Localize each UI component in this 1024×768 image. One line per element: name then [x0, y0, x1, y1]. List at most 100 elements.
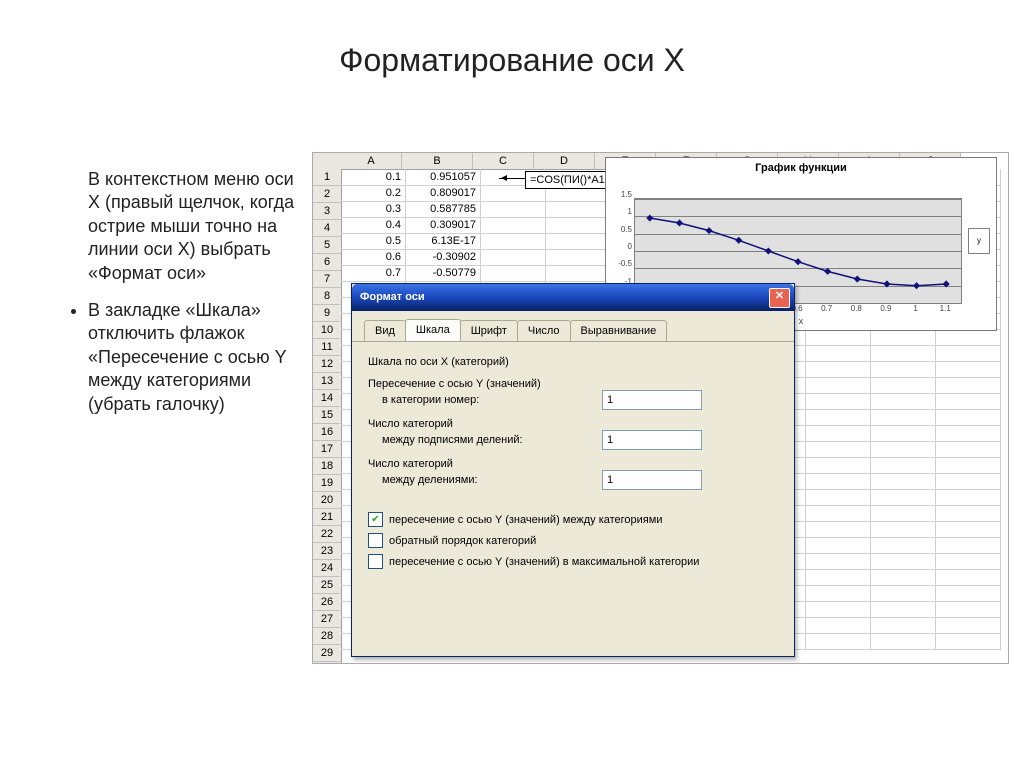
cell[interactable]	[806, 425, 871, 442]
cell[interactable]	[806, 633, 871, 650]
cell[interactable]: 0.2	[341, 185, 406, 202]
cell[interactable]	[806, 585, 871, 602]
cell[interactable]: 0.309017	[406, 217, 481, 234]
cell[interactable]	[871, 393, 936, 410]
cell[interactable]	[936, 617, 1001, 634]
cell[interactable]: 0.951057	[406, 169, 481, 186]
cell[interactable]	[806, 345, 871, 362]
cell[interactable]	[871, 505, 936, 522]
dialog-tab[interactable]: Вид	[364, 320, 406, 341]
cell[interactable]	[806, 409, 871, 426]
row-header[interactable]: 29	[313, 645, 342, 662]
cell[interactable]	[546, 265, 611, 282]
cell[interactable]	[936, 537, 1001, 554]
row-header[interactable]: 7	[313, 271, 342, 288]
row-header[interactable]: 5	[313, 237, 342, 254]
row-header[interactable]: 2	[313, 186, 342, 203]
cell[interactable]	[936, 329, 1001, 346]
row-header[interactable]: 20	[313, 492, 342, 509]
cell[interactable]: 0.3	[341, 201, 406, 218]
cell[interactable]	[936, 585, 1001, 602]
cell[interactable]	[871, 569, 936, 586]
cell[interactable]	[936, 521, 1001, 538]
row-header[interactable]: 23	[313, 543, 342, 560]
cell[interactable]	[871, 329, 936, 346]
cell[interactable]	[936, 425, 1001, 442]
cell[interactable]	[871, 633, 936, 650]
cell[interactable]	[806, 537, 871, 554]
row-header[interactable]: 21	[313, 509, 342, 526]
row-header[interactable]: 14	[313, 390, 342, 407]
cell[interactable]	[936, 409, 1001, 426]
cell[interactable]	[481, 233, 546, 250]
cell[interactable]	[936, 457, 1001, 474]
cell[interactable]	[546, 233, 611, 250]
cell[interactable]: 0.5	[341, 233, 406, 250]
row-header[interactable]: 16	[313, 424, 342, 441]
cell[interactable]	[871, 377, 936, 394]
dialog-tab[interactable]: Шкала	[405, 319, 461, 341]
cell[interactable]	[871, 537, 936, 554]
row-header[interactable]: 22	[313, 526, 342, 543]
row-header[interactable]: 24	[313, 560, 342, 577]
cell[interactable]	[936, 505, 1001, 522]
row-header[interactable]: 11	[313, 339, 342, 356]
row-header[interactable]: 25	[313, 577, 342, 594]
categories-between-ticks-input[interactable]: 1	[602, 470, 702, 490]
cell[interactable]	[806, 393, 871, 410]
cell[interactable]	[871, 617, 936, 634]
cell[interactable]	[481, 249, 546, 266]
cell[interactable]	[936, 377, 1001, 394]
row-header[interactable]: 17	[313, 441, 342, 458]
cell[interactable]	[806, 505, 871, 522]
cell[interactable]: -0.30902	[406, 249, 481, 266]
cell[interactable]	[871, 425, 936, 442]
cell[interactable]	[546, 201, 611, 218]
cell[interactable]	[806, 457, 871, 474]
cell[interactable]	[481, 265, 546, 282]
cell[interactable]	[871, 457, 936, 474]
cell[interactable]	[936, 345, 1001, 362]
cell[interactable]: 6.13E-17	[406, 233, 481, 250]
row-header[interactable]: 26	[313, 594, 342, 611]
col-header[interactable]: D	[534, 153, 595, 170]
cell[interactable]	[546, 249, 611, 266]
row-header[interactable]: 19	[313, 475, 342, 492]
cell[interactable]	[871, 361, 936, 378]
cell[interactable]	[481, 217, 546, 234]
cell[interactable]	[936, 569, 1001, 586]
cell[interactable]	[936, 361, 1001, 378]
row-header[interactable]: 28	[313, 628, 342, 645]
col-header[interactable]: B	[402, 153, 473, 170]
row-header[interactable]: 30	[313, 662, 342, 664]
y-cross-category-input[interactable]: 1	[602, 390, 702, 410]
cell[interactable]	[871, 409, 936, 426]
cell[interactable]	[806, 489, 871, 506]
row-header[interactable]: 8	[313, 288, 342, 305]
dialog-tab[interactable]: Выравнивание	[570, 320, 668, 341]
cell[interactable]: 0.7	[341, 265, 406, 282]
cell[interactable]	[936, 601, 1001, 618]
dialog-close-button[interactable]: ✕	[769, 288, 790, 308]
cell[interactable]	[806, 473, 871, 490]
cell[interactable]	[936, 553, 1001, 570]
cell[interactable]	[806, 569, 871, 586]
cell[interactable]	[806, 617, 871, 634]
row-header[interactable]: 18	[313, 458, 342, 475]
row-header[interactable]: 6	[313, 254, 342, 271]
chk-reverse-order[interactable]	[368, 533, 383, 548]
cell[interactable]	[871, 345, 936, 362]
row-header[interactable]: 15	[313, 407, 342, 424]
row-header[interactable]: 1	[313, 169, 342, 186]
row-header[interactable]: 13	[313, 373, 342, 390]
cell[interactable]: 0.587785	[406, 201, 481, 218]
row-header[interactable]: 3	[313, 203, 342, 220]
cell[interactable]	[481, 201, 546, 218]
cell[interactable]	[936, 393, 1001, 410]
cell[interactable]	[806, 361, 871, 378]
cell[interactable]	[936, 473, 1001, 490]
cell[interactable]: 0.809017	[406, 185, 481, 202]
cell[interactable]	[871, 489, 936, 506]
categories-between-labels-input[interactable]: 1	[602, 430, 702, 450]
cell[interactable]: 0.4	[341, 217, 406, 234]
